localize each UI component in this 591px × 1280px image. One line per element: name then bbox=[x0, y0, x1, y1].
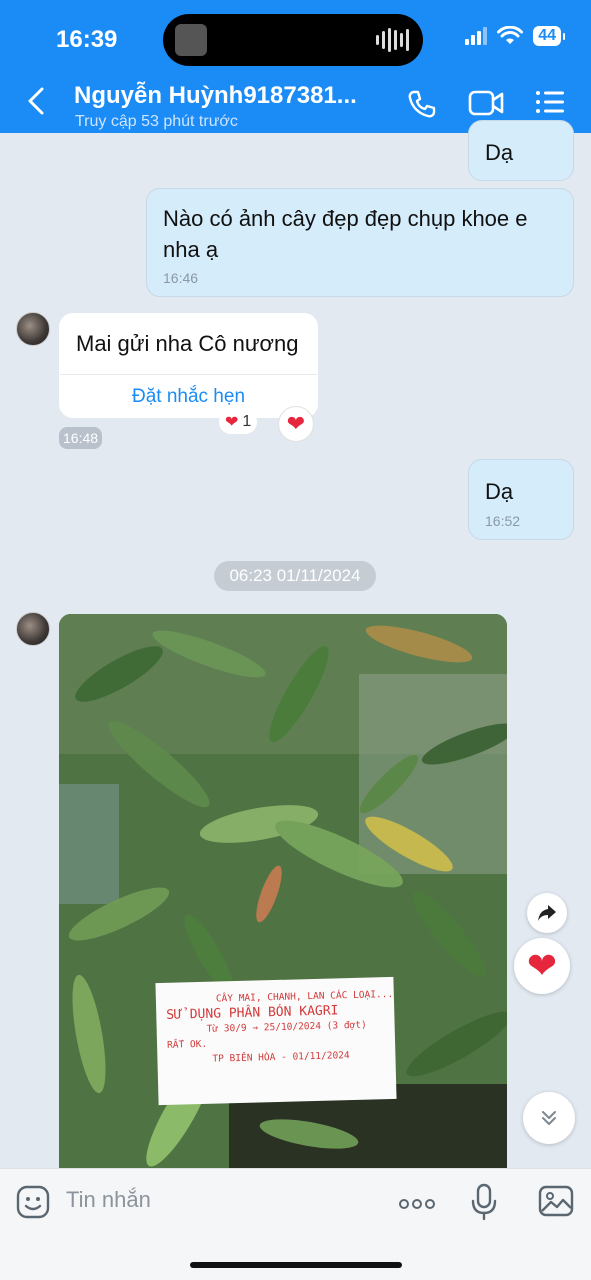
incoming-message[interactable]: Mai gửi nha Cô nương Đặt nhắc hẹn bbox=[59, 313, 318, 418]
message-text: Dạ bbox=[485, 479, 514, 504]
share-arrow-icon bbox=[538, 905, 556, 921]
last-seen-status: Truy cập 53 phút trước bbox=[75, 113, 238, 130]
message-time: 16:48 bbox=[59, 427, 103, 449]
video-call-icon[interactable] bbox=[468, 88, 504, 123]
message-input[interactable]: Tin nhắn bbox=[66, 1187, 151, 1213]
photo-message[interactable]: CÂY MAI, CHANH, LAN CÁC LOẠI... SỬ DỤNG … bbox=[59, 614, 507, 1174]
chat-header: 16:39 44 Nguyễn Huỳnh9187381... Truy cập… bbox=[0, 0, 591, 133]
status-time: 16:39 bbox=[56, 26, 118, 53]
voice-call-icon[interactable] bbox=[406, 88, 438, 125]
message-time: 16:46 bbox=[163, 270, 199, 286]
more-options-icon[interactable] bbox=[398, 1197, 436, 1215]
back-icon[interactable] bbox=[26, 86, 52, 122]
forward-button[interactable] bbox=[527, 893, 567, 933]
message-text: Nào có ảnh cây đẹp đẹp chụp khoe e nha ạ bbox=[163, 206, 528, 262]
microphone-icon[interactable] bbox=[470, 1183, 498, 1226]
handwritten-sign: CÂY MAI, CHANH, LAN CÁC LOẠI... SỬ DỤNG … bbox=[155, 976, 397, 1106]
contact-avatar[interactable] bbox=[16, 312, 50, 346]
dynamic-island bbox=[163, 14, 423, 66]
heart-icon: ❤ bbox=[225, 414, 239, 431]
reaction-count-badge[interactable]: ❤ 1 bbox=[219, 410, 258, 434]
battery-indicator: 44 bbox=[533, 26, 565, 46]
heart-react-button[interactable]: ❤ bbox=[278, 406, 314, 442]
heart-icon: ❤ bbox=[526, 945, 558, 986]
outgoing-message[interactable]: Nào có ảnh cây đẹp đẹp chụp khoe e nha ạ… bbox=[146, 188, 574, 297]
outgoing-message[interactable]: Dạ bbox=[468, 120, 574, 181]
date-separator: 06:23 01/11/2024 bbox=[214, 561, 376, 591]
chat-options-menu-icon[interactable] bbox=[535, 88, 565, 121]
wifi-icon bbox=[497, 26, 524, 44]
cellular-signal-icon bbox=[465, 27, 488, 45]
divider bbox=[60, 374, 317, 375]
message-input-bar: Tin nhắn bbox=[0, 1168, 591, 1280]
set-reminder-link[interactable]: Đặt nhắc hẹn bbox=[60, 386, 317, 408]
scroll-to-bottom-button[interactable] bbox=[523, 1092, 575, 1144]
status-icons: 44 bbox=[465, 26, 565, 46]
double-chevron-down-icon bbox=[542, 1111, 556, 1125]
contact-avatar[interactable] bbox=[16, 612, 50, 646]
message-text: Mai gửi nha Cô nương bbox=[76, 331, 299, 356]
message-time: 16:52 bbox=[485, 513, 521, 529]
audio-waveform-icon bbox=[376, 28, 409, 52]
image-gallery-icon[interactable] bbox=[538, 1185, 574, 1222]
home-indicator bbox=[190, 1262, 402, 1268]
now-playing-thumbnail bbox=[175, 24, 207, 56]
contact-name[interactable]: Nguyễn Huỳnh9187381... bbox=[74, 82, 357, 110]
sticker-icon[interactable] bbox=[16, 1185, 50, 1224]
message-text: Dạ bbox=[485, 140, 514, 165]
reaction-count: 1 bbox=[242, 413, 252, 430]
outgoing-message[interactable]: Dạ 16:52 bbox=[468, 459, 574, 540]
heart-react-button[interactable]: ❤ bbox=[514, 938, 570, 994]
heart-icon: ❤ bbox=[286, 411, 306, 436]
